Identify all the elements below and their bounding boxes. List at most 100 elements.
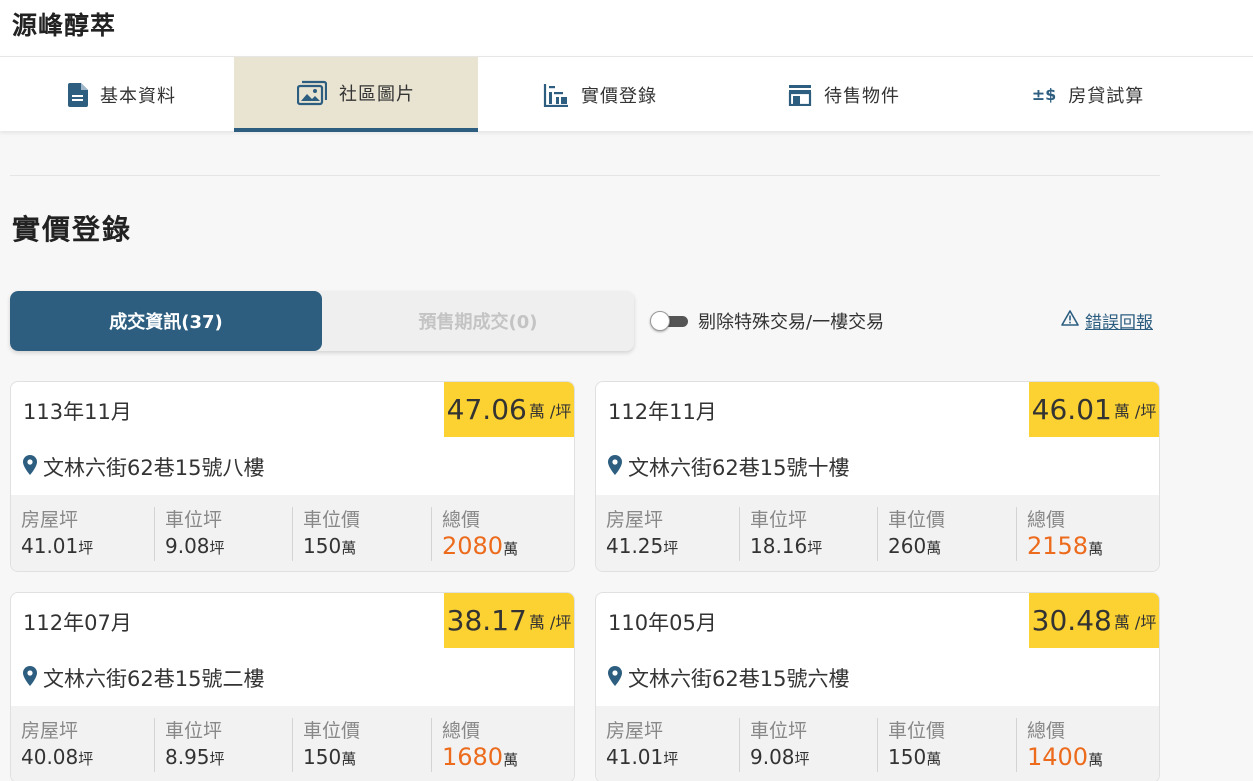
exclude-special-toggle[interactable] xyxy=(650,311,690,331)
transaction-card[interactable]: 112年07月 38.17 萬 /坪 文林六街62巷15號二樓 房屋坪 40.0… xyxy=(10,592,575,781)
stat-label: 車位坪 xyxy=(165,720,223,742)
stat-label: 車位價 xyxy=(303,720,361,742)
stat-label: 總價 xyxy=(442,720,481,742)
transaction-card[interactable]: 113年11月 47.06 萬 /坪 文林六街62巷15號八樓 房屋坪 41.0… xyxy=(10,381,575,572)
warning-triangle-icon xyxy=(1061,310,1079,331)
unit-price-unit: 萬 /坪 xyxy=(528,612,572,632)
unit-price-unit: 萬 /坪 xyxy=(1113,612,1157,632)
stat-unit: 萬 xyxy=(926,539,942,557)
address-row: 文林六街62巷15號十樓 xyxy=(608,452,849,482)
stat-parking-area-value: 9.08 xyxy=(165,534,210,558)
transaction-date: 112年11月 xyxy=(608,400,717,424)
stat-area: 房屋坪 40.08坪 xyxy=(11,718,93,772)
stat-parking-area: 車位坪 8.95坪 xyxy=(154,718,225,772)
stat-parking-area: 車位坪 18.16坪 xyxy=(739,507,822,561)
unit-price-badge: 38.17 萬 /坪 xyxy=(444,593,574,648)
stat-unit: 萬 xyxy=(1088,540,1104,558)
stat-total-value: 1400 xyxy=(1027,743,1089,771)
unit-price-badge: 46.01 萬 /坪 xyxy=(1029,382,1159,437)
stat-label: 房屋坪 xyxy=(606,509,664,531)
address-row: 文林六街62巷15號二樓 xyxy=(23,663,264,693)
error-report-link[interactable]: 錯誤回報 xyxy=(1061,308,1153,333)
plus-minus-dollar-icon: ±$ xyxy=(1031,85,1057,104)
unit-price-badge: 47.06 萬 /坪 xyxy=(444,382,574,437)
tab-for-sale[interactable]: 待售物件 xyxy=(722,57,966,132)
transaction-date: 112年07月 xyxy=(23,611,132,635)
unit-price-value: 30.48 xyxy=(1031,604,1112,637)
stat-total: 總價 2080萬 xyxy=(431,507,518,561)
address-text: 文林六街62巷15號六樓 xyxy=(628,667,850,691)
stat-total: 總價 2158萬 xyxy=(1016,507,1103,561)
map-pin-icon xyxy=(23,454,37,480)
error-report-label: 錯誤回報 xyxy=(1085,313,1153,333)
exclude-special-label: 剔除特殊交易/一樓交易 xyxy=(698,312,885,333)
photo-gallery-icon xyxy=(297,80,327,106)
tab-basic-info[interactable]: 基本資料 xyxy=(0,57,244,132)
tab-label: 實價登錄 xyxy=(581,85,657,107)
stat-unit: 坪 xyxy=(794,750,810,768)
stats-row: 房屋坪 40.08坪 車位坪 8.95坪 車位價 150萬 總價 1680萬 xyxy=(11,706,574,781)
stat-parking-price-value: 150 xyxy=(888,745,927,769)
stat-unit: 萬 xyxy=(341,539,357,557)
stat-label: 總價 xyxy=(1027,720,1066,742)
transaction-date: 110年05月 xyxy=(608,611,717,635)
stat-parking-area: 車位坪 9.08坪 xyxy=(739,718,810,772)
stat-unit: 萬 xyxy=(341,750,357,768)
deal-info-tab[interactable]: 成交資訊(37) xyxy=(10,291,322,351)
unit-price-unit: 萬 /坪 xyxy=(1113,401,1157,421)
stat-area-value: 41.01 xyxy=(21,534,79,558)
stat-unit: 萬 xyxy=(503,540,519,558)
map-pin-icon xyxy=(23,665,37,691)
stat-label: 房屋坪 xyxy=(21,509,79,531)
tab-label: 房貸試算 xyxy=(1068,85,1145,107)
stat-parking-area: 車位坪 9.08坪 xyxy=(154,507,225,561)
unit-price-value: 38.17 xyxy=(446,604,527,637)
tab-actual-price[interactable]: 實價登錄 xyxy=(478,57,722,132)
map-pin-icon xyxy=(608,454,622,480)
stat-parking-area-value: 8.95 xyxy=(165,745,210,769)
stats-row: 房屋坪 41.01坪 車位坪 9.08坪 車位價 150萬 總價 2080萬 xyxy=(11,495,574,571)
stat-area: 房屋坪 41.01坪 xyxy=(596,718,678,772)
stat-unit: 坪 xyxy=(807,539,823,557)
unit-price-value: 46.01 xyxy=(1031,393,1112,426)
map-pin-icon xyxy=(608,665,622,691)
stats-row: 房屋坪 41.01坪 車位坪 9.08坪 車位價 150萬 總價 1400萬 xyxy=(596,706,1159,781)
unit-price-unit: 萬 /坪 xyxy=(528,401,572,421)
stat-label: 車位坪 xyxy=(750,720,808,742)
app-title: 源峰醇萃 xyxy=(12,11,117,40)
stat-label: 總價 xyxy=(442,509,481,531)
stat-label: 房屋坪 xyxy=(21,720,79,742)
stat-area: 房屋坪 41.01坪 xyxy=(11,507,93,561)
stat-total: 總價 1680萬 xyxy=(431,718,518,772)
unit-price-value: 47.06 xyxy=(446,393,527,426)
stat-parking-price-value: 150 xyxy=(303,745,342,769)
deal-type-segmented-control: 成交資訊(37) 預售期成交(0) xyxy=(10,291,634,351)
tab-community-photos[interactable]: 社區圖片 xyxy=(234,57,478,132)
stat-parking-price-value: 150 xyxy=(303,534,342,558)
stat-label: 車位坪 xyxy=(165,509,223,531)
transaction-card[interactable]: 112年11月 46.01 萬 /坪 文林六街62巷15號十樓 房屋坪 41.2… xyxy=(595,381,1160,572)
stat-label: 車位價 xyxy=(888,720,946,742)
unit-price-badge: 30.48 萬 /坪 xyxy=(1029,593,1159,648)
address-row: 文林六街62巷15號六樓 xyxy=(608,663,849,693)
tab-mortgage-calculator[interactable]: ±$ 房貸試算 xyxy=(966,57,1210,132)
address-text: 文林六街62巷15號二樓 xyxy=(43,667,265,691)
tab-label: 待售物件 xyxy=(824,85,900,107)
stat-area-value: 41.01 xyxy=(606,745,664,769)
transaction-card[interactable]: 110年05月 30.48 萬 /坪 文林六街62巷15號六樓 房屋坪 41.0… xyxy=(595,592,1160,781)
storefront-icon xyxy=(788,84,812,106)
stat-total-value: 1680 xyxy=(442,743,504,771)
section-title: 實價登錄 xyxy=(12,213,133,246)
app-header: 源峰醇萃 xyxy=(0,0,1253,56)
stat-unit: 坪 xyxy=(209,750,225,768)
stat-parking-area-value: 18.16 xyxy=(750,534,808,558)
stat-total: 總價 1400萬 xyxy=(1016,718,1103,772)
stat-parking-price: 車位價 150萬 xyxy=(292,507,360,561)
stat-parking-price: 車位價 260萬 xyxy=(877,507,945,561)
presale-deal-tab[interactable]: 預售期成交(0) xyxy=(322,291,634,351)
stat-unit: 坪 xyxy=(78,539,94,557)
stat-area-value: 40.08 xyxy=(21,745,79,769)
building-chart-icon xyxy=(543,83,569,107)
stat-area: 房屋坪 41.25坪 xyxy=(596,507,678,561)
stat-parking-price: 車位價 150萬 xyxy=(877,718,945,772)
